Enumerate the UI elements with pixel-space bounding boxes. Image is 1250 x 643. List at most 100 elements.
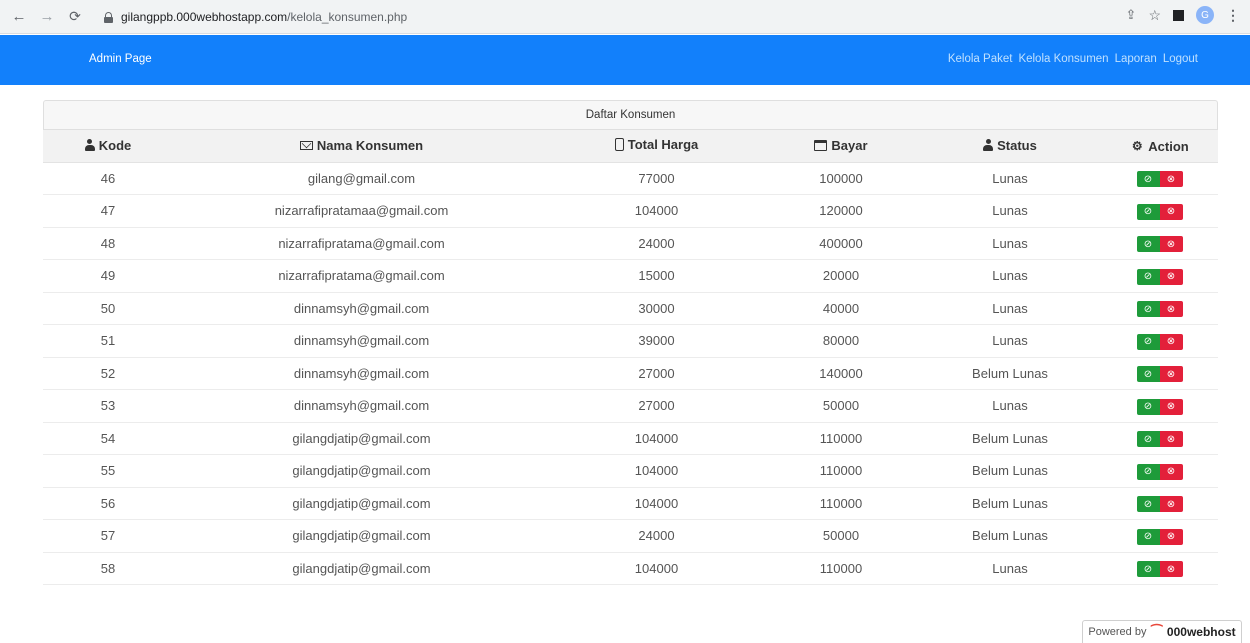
konsumen-table: Kode Nama Konsumen Total Harga Bayar Sta… <box>43 130 1218 585</box>
powered-by-badge[interactable]: Powered by ⁀ 000webhost <box>1082 620 1242 643</box>
approve-button[interactable]: ⊘ <box>1136 463 1160 480</box>
check-circle-icon: ⊘ <box>1143 173 1153 185</box>
000webhost-logo-icon: ⁀ <box>1151 624 1162 639</box>
cell-kode: 54 <box>43 422 173 455</box>
reload-icon[interactable]: ⟳ <box>64 6 86 28</box>
back-arrow-icon[interactable]: ← <box>8 6 30 28</box>
cell-total-harga: 104000 <box>550 454 763 488</box>
phone-icon <box>614 138 624 152</box>
table-row: 46 gilang@gmail.com 77000 100000 Lunas ⊘ ⊗ <box>43 162 1218 195</box>
cell-total-harga: 27000 <box>550 389 763 423</box>
cell-bayar: 50000 <box>763 519 919 553</box>
action-button-group: ⊘ ⊗ <box>1136 561 1183 577</box>
powered-by-label: Powered by <box>1088 626 1147 638</box>
approve-button[interactable]: ⊘ <box>1136 203 1160 220</box>
check-circle-icon: ⊘ <box>1143 271 1153 282</box>
navbar-brand[interactable]: Admin Page <box>89 53 152 65</box>
check-circle-icon: ⊘ <box>1143 336 1153 347</box>
url-text[interactable]: gilangppb.000webhostapp.com/kelola_konsu… <box>121 10 407 24</box>
cell-kode: 55 <box>43 454 173 488</box>
cell-kode: 48 <box>43 227 173 260</box>
cell-bayar: 50000 <box>763 389 919 423</box>
approve-button[interactable]: ⊘ <box>1136 398 1160 415</box>
action-button-group: ⊘ ⊗ <box>1136 333 1183 350</box>
cell-action: ⊘ ⊗ <box>1101 487 1218 520</box>
delete-button[interactable]: ⊗ <box>1159 203 1183 220</box>
delete-button[interactable]: ⊗ <box>1159 398 1183 415</box>
check-circle-icon: ⊘ <box>1143 563 1153 575</box>
delete-button[interactable]: ⊗ <box>1159 236 1183 252</box>
cell-bayar: 110000 <box>763 552 919 585</box>
action-button-group: ⊘ ⊗ <box>1136 398 1183 415</box>
delete-button[interactable]: ⊗ <box>1159 268 1183 285</box>
delete-button[interactable]: ⊗ <box>1159 171 1183 187</box>
action-button-group: ⊘ ⊗ <box>1136 301 1183 317</box>
table-row: 58 gilangdjatip@gmail.com 104000 110000 Luna… <box>43 552 1218 585</box>
approve-button[interactable]: ⊘ <box>1136 366 1160 382</box>
table-body: 46 gilang@gmail.com 77000 100000 Lunas ⊘ ⊗ 47 ni… <box>43 162 1218 585</box>
table-row: 48 nizarrafipratama@gmail.com 24000 400000 L… <box>43 227 1218 260</box>
col-label: Status <box>997 137 1037 153</box>
approve-button[interactable]: ⊘ <box>1136 496 1160 512</box>
cell-action: ⊘ ⊗ <box>1101 292 1218 325</box>
approve-button[interactable]: ⊘ <box>1136 268 1160 285</box>
approve-button[interactable]: ⊘ <box>1136 236 1160 252</box>
action-button-group: ⊘ ⊗ <box>1136 203 1183 220</box>
x-circle-icon: ⊗ <box>1166 466 1176 477</box>
action-button-group: ⊘ ⊗ <box>1136 496 1183 512</box>
x-circle-icon: ⊗ <box>1166 401 1176 412</box>
nav-link-kelola-konsumen[interactable]: Kelola Konsumen <box>1018 53 1108 65</box>
cell-nama-konsumen: dinnamsyh@gmail.com <box>173 357 550 390</box>
col-label: Nama Konsumen <box>316 138 424 154</box>
address-bar[interactable]: gilangppb.000webhostapp.com/kelola_konsu… <box>94 5 1224 29</box>
table-row: 53 dinnamsyh@gmail.com 27000 50000 Lunas ⊘ ⊗ <box>43 389 1218 423</box>
lock-icon <box>104 11 113 23</box>
envelope-icon <box>299 141 313 151</box>
cell-status: Belum Lunas <box>919 487 1101 520</box>
table-row: 54 gilangdjatip@gmail.com 104000 110000 Belu… <box>43 422 1218 455</box>
x-circle-icon: ⊗ <box>1166 271 1176 282</box>
extension-icon[interactable] <box>1173 9 1184 21</box>
x-circle-icon: ⊗ <box>1166 303 1176 315</box>
forward-arrow-icon[interactable]: → <box>36 6 58 28</box>
approve-button[interactable]: ⊘ <box>1136 561 1160 577</box>
profile-avatar[interactable]: G <box>1196 6 1214 24</box>
powered-by-brand: 000webhost <box>1166 625 1236 639</box>
cell-action: ⊘ ⊗ <box>1101 259 1218 293</box>
approve-button[interactable]: ⊘ <box>1136 528 1160 545</box>
delete-button[interactable]: ⊗ <box>1159 366 1183 382</box>
delete-button[interactable]: ⊗ <box>1159 561 1183 577</box>
nav-link-kelola-paket[interactable]: Kelola Paket <box>948 53 1013 65</box>
delete-button[interactable]: ⊗ <box>1159 528 1183 545</box>
cell-bayar: 110000 <box>763 454 919 488</box>
action-button-group: ⊘ ⊗ <box>1136 171 1183 187</box>
nav-link-laporan[interactable]: Laporan <box>1115 53 1157 65</box>
app-navbar: Admin Page Kelola Paket Kelola Konsumen … <box>0 35 1250 85</box>
delete-button[interactable]: ⊗ <box>1159 431 1183 447</box>
cell-status: Lunas <box>919 292 1101 325</box>
nav-link-logout[interactable]: Logout <box>1163 53 1198 65</box>
share-icon[interactable]: ⇪ <box>1126 7 1137 23</box>
approve-button[interactable]: ⊘ <box>1136 431 1160 447</box>
delete-button[interactable]: ⊗ <box>1159 463 1183 480</box>
delete-button[interactable]: ⊗ <box>1159 496 1183 512</box>
delete-button[interactable]: ⊗ <box>1159 333 1183 350</box>
cell-action: ⊘ ⊗ <box>1101 422 1218 455</box>
check-circle-icon: ⊘ <box>1143 531 1153 542</box>
cell-action: ⊘ ⊗ <box>1101 552 1218 585</box>
delete-button[interactable]: ⊗ <box>1159 301 1183 317</box>
approve-button[interactable]: ⊘ <box>1136 301 1160 317</box>
table-row: 56 gilangdjatip@gmail.com 104000 110000 Belu… <box>43 487 1218 520</box>
check-circle-icon: ⊘ <box>1143 368 1153 380</box>
approve-button[interactable]: ⊘ <box>1136 333 1160 350</box>
col-label: Total Harga <box>627 137 699 153</box>
cell-status: Lunas <box>919 324 1101 358</box>
bookmark-star-icon[interactable]: ☆ <box>1148 7 1161 24</box>
cell-bayar: 100000 <box>763 162 919 195</box>
cell-nama-konsumen: gilangdjatip@gmail.com <box>173 454 550 488</box>
browser-menu-icon[interactable]: ⋮ <box>1226 7 1240 24</box>
approve-button[interactable]: ⊘ <box>1136 171 1160 187</box>
cell-bayar: 110000 <box>763 487 919 520</box>
cell-action: ⊘ ⊗ <box>1101 324 1218 358</box>
cell-kode: 56 <box>43 487 173 520</box>
